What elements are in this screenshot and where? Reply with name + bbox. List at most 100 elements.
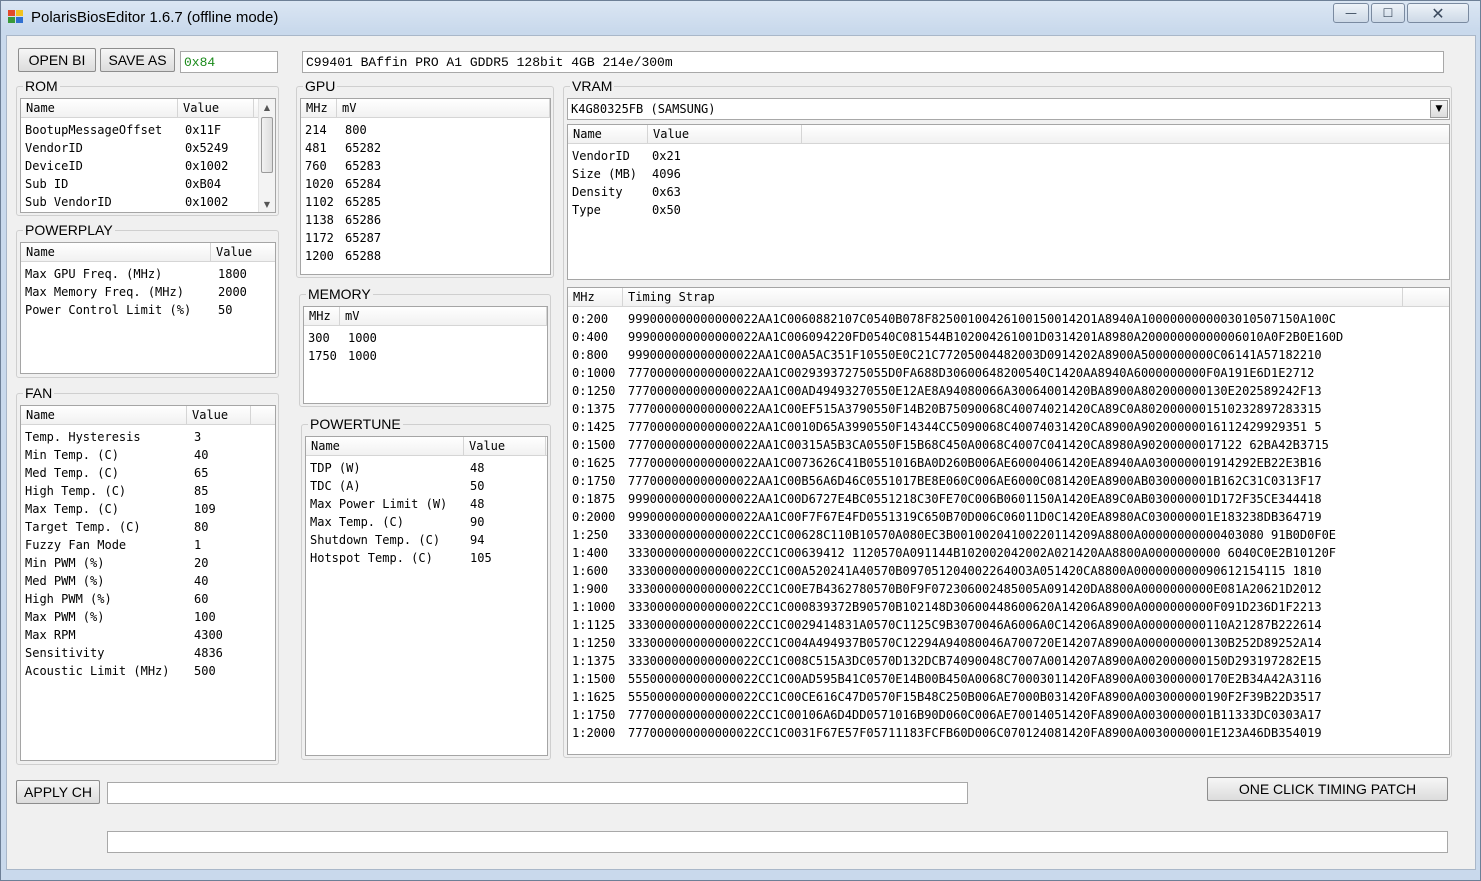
powertune-col-value[interactable]: Value <box>464 437 546 456</box>
timing-row-cell-1: 777000000000000022AA1C00EF515A3790550F14… <box>628 402 1322 416</box>
memory-col-mhz[interactable]: MHz <box>304 307 340 326</box>
powerplay-row-cell-0: Max Memory Freq. (MHz) <box>25 285 184 299</box>
vram-col-value[interactable]: Value <box>648 125 802 144</box>
powertune-row-cell-1: 94 <box>470 533 485 547</box>
gpu-row-cell-1: 65288 <box>345 249 382 263</box>
memory-col-mv[interactable]: mV <box>340 307 547 326</box>
memory-row-cell-1: 1000 <box>348 331 377 345</box>
maximize-button[interactable]: ☐ <box>1371 3 1405 23</box>
rom-label: ROM <box>23 78 60 94</box>
fan-row-cell-1: 65 <box>194 466 209 480</box>
timing-row-cell-1: 999000000000000022AA1C006094220FD0540C08… <box>628 330 1344 344</box>
fan-col-value[interactable]: Value <box>187 406 251 425</box>
timing-col-strap[interactable]: Timing Strap <box>623 288 1403 307</box>
checksum-field[interactable]: 0x84 <box>180 51 278 73</box>
timing-row-cell-1: 333000000000000022CC1C004A494937B0570C12… <box>628 636 1322 650</box>
timing-strap-list[interactable]: MHz Timing Strap 0:200 999000000000000022… <box>567 287 1450 755</box>
rom-group: ROM Name Value BootupMessageOffset 0x11F V… <box>16 78 279 216</box>
timing-row-cell-1: 555000000000000022CC1C00AD595B41C0570E14… <box>628 672 1322 686</box>
fan-row-cell-1: 80 <box>194 520 209 534</box>
timing-col-mhz[interactable]: MHz <box>568 288 623 307</box>
fan-col-name[interactable]: Name <box>21 406 187 425</box>
fan-row-cell-1: 500 <box>194 664 216 678</box>
powertune-row-cell-0: Max Power Limit (W) <box>310 497 448 511</box>
timing-row-cell-1: 777000000000000022AA1C00293937275055D0FA… <box>628 366 1315 380</box>
fan-row-cell-0: Fuzzy Fan Mode <box>25 538 127 552</box>
timing-row-cell-1: 777000000000000022AA1C00315A5B3CA0550F15… <box>628 438 1329 452</box>
memory-list[interactable]: MHz mV 300 1000 1750 1000 <box>303 306 548 404</box>
rom-scrollbar[interactable]: ▲ ▼ <box>258 99 275 212</box>
fan-row-cell-0: Max Temp. (C) <box>25 502 119 516</box>
vram-label: VRAM <box>570 78 615 94</box>
rom-row-cell-1: 0xB04 <box>185 177 222 191</box>
gpu-row-cell-0: 1172 <box>305 231 334 245</box>
save-as-button[interactable]: SAVE AS <box>100 48 175 72</box>
rom-list[interactable]: Name Value BootupMessageOffset 0x11F Vendo… <box>20 98 276 213</box>
gpu-list-header: MHz mV <box>301 99 550 118</box>
gpu-col-mv[interactable]: mV <box>337 99 550 118</box>
powertune-row-cell-1: 48 <box>470 497 485 511</box>
rom-row-cell-0: Sub ID <box>25 177 69 191</box>
fan-row-cell-1: 4300 <box>194 628 223 642</box>
close-button[interactable]: ✕ <box>1407 3 1469 23</box>
minimize-icon: — <box>1345 6 1357 20</box>
vram-selected-value: K4G80325FB (SAMSUNG) <box>571 102 716 116</box>
gpu-row-cell-0: 214 <box>305 123 327 137</box>
powerplay-col-value[interactable]: Value <box>211 243 275 262</box>
bios-info-field[interactable]: C99401 BAffin PRO A1 GDDR5 128bit 4GB 21… <box>302 51 1444 73</box>
fan-list[interactable]: Name Value Temp. Hysteresis 3 Min Temp. (C… <box>20 405 276 761</box>
timing-row-cell-0: 0:1250 <box>572 384 616 398</box>
rom-col-name[interactable]: Name <box>21 99 178 118</box>
powerplay-col-name[interactable]: Name <box>21 243 211 262</box>
one-click-timing-patch-button[interactable]: ONE CLICK TIMING PATCH <box>1207 777 1448 801</box>
fan-row-cell-0: Min Temp. (C) <box>25 448 119 462</box>
chevron-down-icon[interactable]: ▼ <box>1430 100 1448 118</box>
powerplay-row-cell-1: 1800 <box>218 267 247 281</box>
fan-row-cell-0: High Temp. (C) <box>25 484 127 498</box>
fan-row-cell-0: Max PWM (%) <box>25 610 105 624</box>
open-bios-button[interactable]: OPEN BI <box>18 48 96 72</box>
timing-row-cell-1: 333000000000000022CC1C000839372B90570B10… <box>628 600 1322 614</box>
timing-row-cell-1: 999000000000000022AA1C0060882107C0540B07… <box>628 312 1337 326</box>
gpu-row-cell-0: 1138 <box>305 213 334 227</box>
gpu-list[interactable]: MHz mV 214 800 481 65282 760 65283 1020 65284 11… <box>300 98 551 275</box>
timing-row-cell-0: 1:1125 <box>572 618 616 632</box>
powertune-row-cell-1: 50 <box>470 479 485 493</box>
apply-changes-button[interactable]: APPLY CH <box>16 780 100 804</box>
title-bar[interactable]: PolarisBiosEditor 1.6.7 (offline mode) —… <box>1 1 1480 35</box>
powerplay-list[interactable]: Name Value Max GPU Freq. (MHz) 1800 Max Me… <box>20 242 276 374</box>
rom-col-value[interactable]: Value <box>178 99 254 118</box>
vram-row-cell-1: 0x21 <box>652 149 681 163</box>
vram-select[interactable]: K4G80325FB (SAMSUNG) ▼ <box>567 98 1450 120</box>
fan-row-cell-1: 3 <box>194 430 202 444</box>
app-window: PolarisBiosEditor 1.6.7 (offline mode) —… <box>0 0 1481 881</box>
scroll-thumb[interactable] <box>261 117 273 173</box>
scroll-up-icon[interactable]: ▲ <box>259 99 275 115</box>
fan-row-cell-0: Temp. Hysteresis <box>25 430 141 444</box>
powerplay-row-cell-1: 2000 <box>218 285 247 299</box>
timing-row-cell-1: 555000000000000022CC1C00CE616C47D0570F15… <box>628 690 1322 704</box>
fan-row-cell-0: Med Temp. (C) <box>25 466 119 480</box>
timing-row-cell-1: 777000000000000022AA1C0073626C41B0551016… <box>628 456 1322 470</box>
powerplay-group: POWERPLAY Name Value Max GPU Freq. (MHz)… <box>16 222 279 378</box>
timing-row-cell-0: 0:400 <box>572 330 609 344</box>
gpu-col-mhz[interactable]: MHz <box>301 99 337 118</box>
fan-row-cell-1: 40 <box>194 574 209 588</box>
scroll-down-icon[interactable]: ▼ <box>259 196 275 212</box>
fan-row-cell-1: 109 <box>194 502 216 516</box>
vram-col-name[interactable]: Name <box>568 125 648 144</box>
rom-row-cell-0: BootupMessageOffset <box>25 123 163 137</box>
timing-row-cell-0: 1:1750 <box>572 708 616 722</box>
rom-row-cell-0: VendorID <box>25 141 83 155</box>
powertune-row-cell-1: 48 <box>470 461 485 475</box>
powertune-col-name[interactable]: Name <box>306 437 464 456</box>
powertune-row-cell-0: Hotspot Temp. (C) <box>310 551 433 565</box>
log-field[interactable] <box>107 831 1448 853</box>
fan-row-cell-0: Sensitivity <box>25 646 105 660</box>
vram-info-list[interactable]: Name Value VendorID 0x21 Size (MB) 4096 Dens… <box>567 124 1450 280</box>
powerplay-row-cell-0: Max GPU Freq. (MHz) <box>25 267 163 281</box>
powertune-list[interactable]: Name Value TDP (W) 48 TDC (A) 50 Max Power L… <box>305 436 548 756</box>
apply-status-field[interactable] <box>107 782 968 804</box>
gpu-row-cell-0: 481 <box>305 141 327 155</box>
minimize-button[interactable]: — <box>1333 3 1369 23</box>
